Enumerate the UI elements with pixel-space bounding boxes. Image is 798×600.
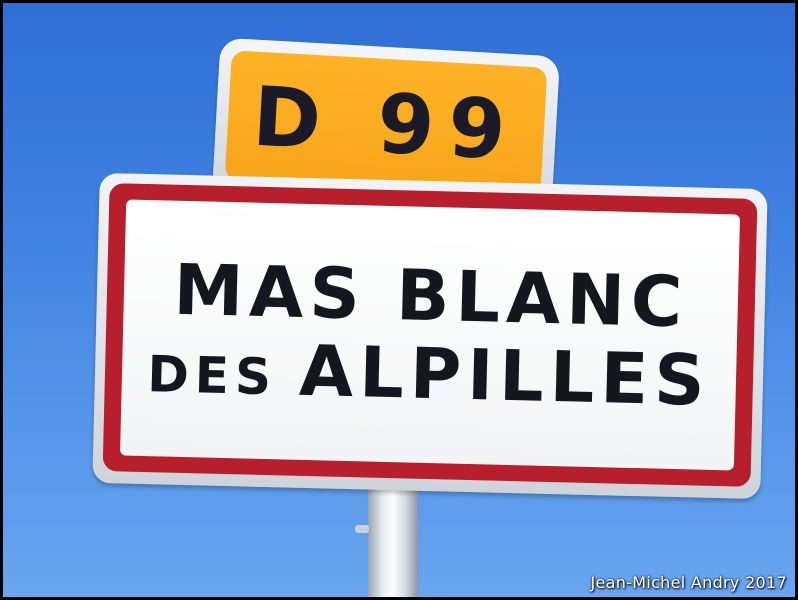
photo-frame: D 99 MAS BLANC DES ALPILLES Jean-Michel A…	[0, 0, 798, 600]
pole-bracket	[355, 525, 369, 533]
town-name-line-1: MAS BLANC	[172, 248, 690, 344]
route-number-text: D 99	[250, 69, 522, 179]
town-name-prefix: DES	[146, 345, 278, 407]
town-sign-red-border: MAS BLANC DES ALPILLES	[102, 183, 758, 487]
photo-credit: Jean-Michel Andry 2017	[590, 573, 787, 592]
town-name-line-2: DES ALPILLES	[146, 330, 712, 422]
town-sign-panel: MAS BLANC DES ALPILLES	[119, 199, 741, 471]
route-number-panel: D 99	[224, 50, 548, 198]
town-name-main: ALPILLES	[298, 329, 712, 422]
town-name-sign: MAS BLANC DES ALPILLES	[92, 172, 768, 500]
